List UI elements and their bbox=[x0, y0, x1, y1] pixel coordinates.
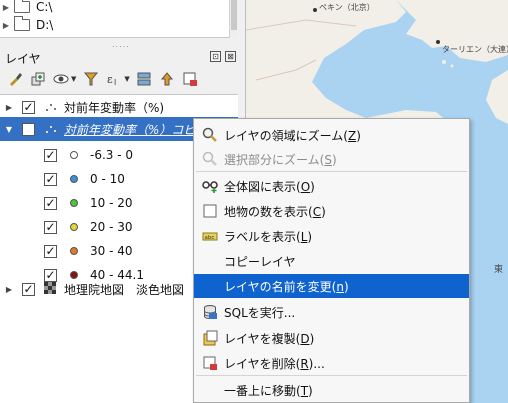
point-layer-icon bbox=[44, 122, 58, 136]
legend-class-checkbox[interactable]: ✓ bbox=[44, 220, 57, 234]
legend-label: 10 - 20 bbox=[90, 196, 133, 210]
menu-item-label: レイヤを複製(D) bbox=[224, 331, 315, 346]
menu-item-label: レイヤの名前を変更(n) bbox=[224, 279, 349, 294]
chevron-down-icon[interactable]: ▼ bbox=[71, 75, 76, 83]
browser-item-label: D:\ bbox=[36, 18, 54, 32]
show-in-overview-icon bbox=[202, 178, 218, 194]
layer-visibility-checkbox[interactable]: ✓ bbox=[22, 100, 35, 114]
legend-symbol-icon bbox=[70, 175, 78, 183]
chevron-down-icon[interactable]: ▼ bbox=[124, 75, 129, 83]
layer-label: 地理院地図 淡色地図 bbox=[64, 282, 185, 297]
menu-item-remove-layer[interactable]: レイヤを削除(R)... bbox=[194, 351, 469, 375]
legend-class-checkbox[interactable]: ✓ bbox=[44, 172, 57, 186]
svg-text:ε: ε bbox=[107, 73, 113, 86]
menu-item-zoom-to-selection[interactable]: 選択部分にズーム(S) bbox=[194, 147, 469, 171]
style-brush-icon[interactable] bbox=[6, 71, 23, 88]
show-labels-icon: abc bbox=[202, 228, 218, 244]
menu-item-show-in-overview[interactable]: 全体図に表示(O) bbox=[194, 174, 469, 198]
menu-item-zoom-to-layer[interactable]: レイヤの領域にズーム(Z) bbox=[194, 123, 469, 147]
map-label-beijing: ペキン（北京） bbox=[319, 3, 375, 12]
expand-arrow-icon[interactable]: ▶ bbox=[0, 21, 12, 30]
city-marker bbox=[436, 40, 440, 44]
visibility-eye-icon[interactable] bbox=[52, 71, 69, 88]
legend-class-checkbox[interactable]: ✓ bbox=[44, 148, 57, 162]
browser-scrollbar[interactable] bbox=[229, 0, 238, 38]
menu-separator bbox=[196, 375, 467, 376]
collapse-all-icon[interactable] bbox=[159, 71, 176, 88]
legend-label: 20 - 30 bbox=[90, 220, 133, 234]
legend-label: 0 - 10 bbox=[90, 172, 125, 186]
layer-label: 対前年変動率（%) bbox=[64, 100, 165, 115]
legend-symbol-icon bbox=[70, 247, 78, 255]
menu-item-show-labels[interactable]: abc ラベルを表示(L) bbox=[194, 224, 469, 248]
raster-layer-icon bbox=[44, 282, 57, 295]
menu-item-move-to-top[interactable]: 一番上に移動(T) bbox=[194, 378, 469, 402]
expand-arrow-icon[interactable]: ▶ bbox=[0, 3, 12, 12]
zoom-to-layer-icon bbox=[202, 127, 218, 143]
menu-item-label: 一番上に移動(T) bbox=[224, 383, 313, 398]
menu-item-label: 選択部分にズーム(S) bbox=[224, 152, 337, 167]
menu-item-show-feature-count[interactable]: 地物の数を表示(C) bbox=[194, 199, 469, 223]
menu-item-label: 全体図に表示(O) bbox=[224, 179, 315, 194]
map-label-dalian: ターリエン（大連） bbox=[442, 45, 508, 54]
layers-panel-title: レイヤ bbox=[5, 52, 41, 66]
svg-text:abc: abc bbox=[205, 235, 215, 241]
menu-item-copy-layer[interactable]: コピーレイヤ bbox=[194, 249, 469, 273]
layers-panel-header: レイヤ ⊡ ⊠ bbox=[0, 46, 246, 66]
zoom-to-selection-icon bbox=[202, 151, 218, 167]
menu-item-label: ラベルを表示(L) bbox=[224, 229, 313, 244]
close-panel-button[interactable]: ⊠ bbox=[225, 51, 236, 62]
menu-item-label: SQLを実行... bbox=[224, 305, 296, 320]
menu-separator bbox=[196, 171, 467, 172]
browser-item-c[interactable]: ▶ C:\ bbox=[0, 0, 52, 16]
layer-context-menu: レイヤの領域にズーム(Z) 選択部分にズーム(S) 全体図に表示(O) 地物の数を表示… bbox=[193, 118, 470, 403]
expression-filter-icon[interactable]: εl bbox=[105, 71, 122, 88]
legend-class-checkbox[interactable]: ✓ bbox=[44, 244, 57, 258]
layer-label: 対前年変動率（%）コピー bbox=[64, 122, 208, 137]
legend-class-checkbox[interactable]: ✓ bbox=[44, 196, 57, 210]
collapse-arrow-icon[interactable]: ▼ bbox=[4, 125, 14, 134]
legend-symbol-icon bbox=[70, 151, 78, 159]
menu-item-label: レイヤの領域にズーム(Z) bbox=[224, 128, 361, 143]
folder-icon bbox=[14, 16, 30, 31]
menu-item-label: 地物の数を表示(C) bbox=[224, 204, 326, 219]
remove-layer-icon bbox=[202, 355, 218, 371]
feature-count-checkbox[interactable] bbox=[202, 203, 218, 219]
expand-arrow-icon[interactable]: ▶ bbox=[4, 285, 14, 294]
legend-label: 30 - 40 bbox=[90, 244, 133, 258]
sql-database-icon bbox=[202, 304, 218, 320]
scrollbar-thumb[interactable] bbox=[231, 0, 237, 30]
duplicate-layer-icon bbox=[202, 330, 218, 346]
float-panel-button[interactable]: ⊡ bbox=[210, 51, 221, 62]
point-layer-icon bbox=[44, 100, 58, 114]
remove-layer-icon[interactable] bbox=[182, 71, 199, 88]
expand-all-icon[interactable] bbox=[136, 71, 153, 88]
layer-item-1[interactable]: ▶ ✓ 対前年変動率（%) bbox=[0, 95, 238, 119]
folder-icon bbox=[14, 0, 30, 13]
browser-item-d[interactable]: ▶ D:\ bbox=[0, 16, 53, 34]
browser-item-label: C:\ bbox=[36, 0, 53, 14]
menu-item-execute-sql[interactable]: SQLを実行... bbox=[194, 300, 469, 324]
svg-text:l: l bbox=[114, 78, 116, 87]
layer-visibility-checkbox[interactable]: ✓ bbox=[22, 282, 35, 296]
land-korea bbox=[486, 70, 508, 124]
menu-item-label: レイヤを削除(R)... bbox=[224, 356, 325, 371]
layer-visibility-checkbox[interactable] bbox=[22, 122, 35, 136]
menu-item-label: コピーレイヤ bbox=[224, 254, 296, 269]
menu-item-rename-layer[interactable]: レイヤの名前を変更(n) bbox=[194, 274, 469, 298]
map-label-east: 東 bbox=[494, 265, 504, 275]
city-marker bbox=[313, 8, 317, 12]
legend-symbol-icon bbox=[70, 199, 78, 207]
menu-item-duplicate-layer[interactable]: レイヤを複製(D) bbox=[194, 326, 469, 350]
legend-label: -6.3 - 0 bbox=[90, 148, 134, 162]
add-group-icon[interactable] bbox=[29, 71, 46, 88]
legend-symbol-icon bbox=[70, 223, 78, 231]
browser-panel: ▶ C:\ ▶ D:\ bbox=[0, 0, 238, 38]
expand-arrow-icon[interactable]: ▶ bbox=[4, 103, 14, 112]
layers-toolbar: ▼ εl ▼ bbox=[0, 66, 246, 92]
filter-icon[interactable] bbox=[82, 71, 99, 88]
